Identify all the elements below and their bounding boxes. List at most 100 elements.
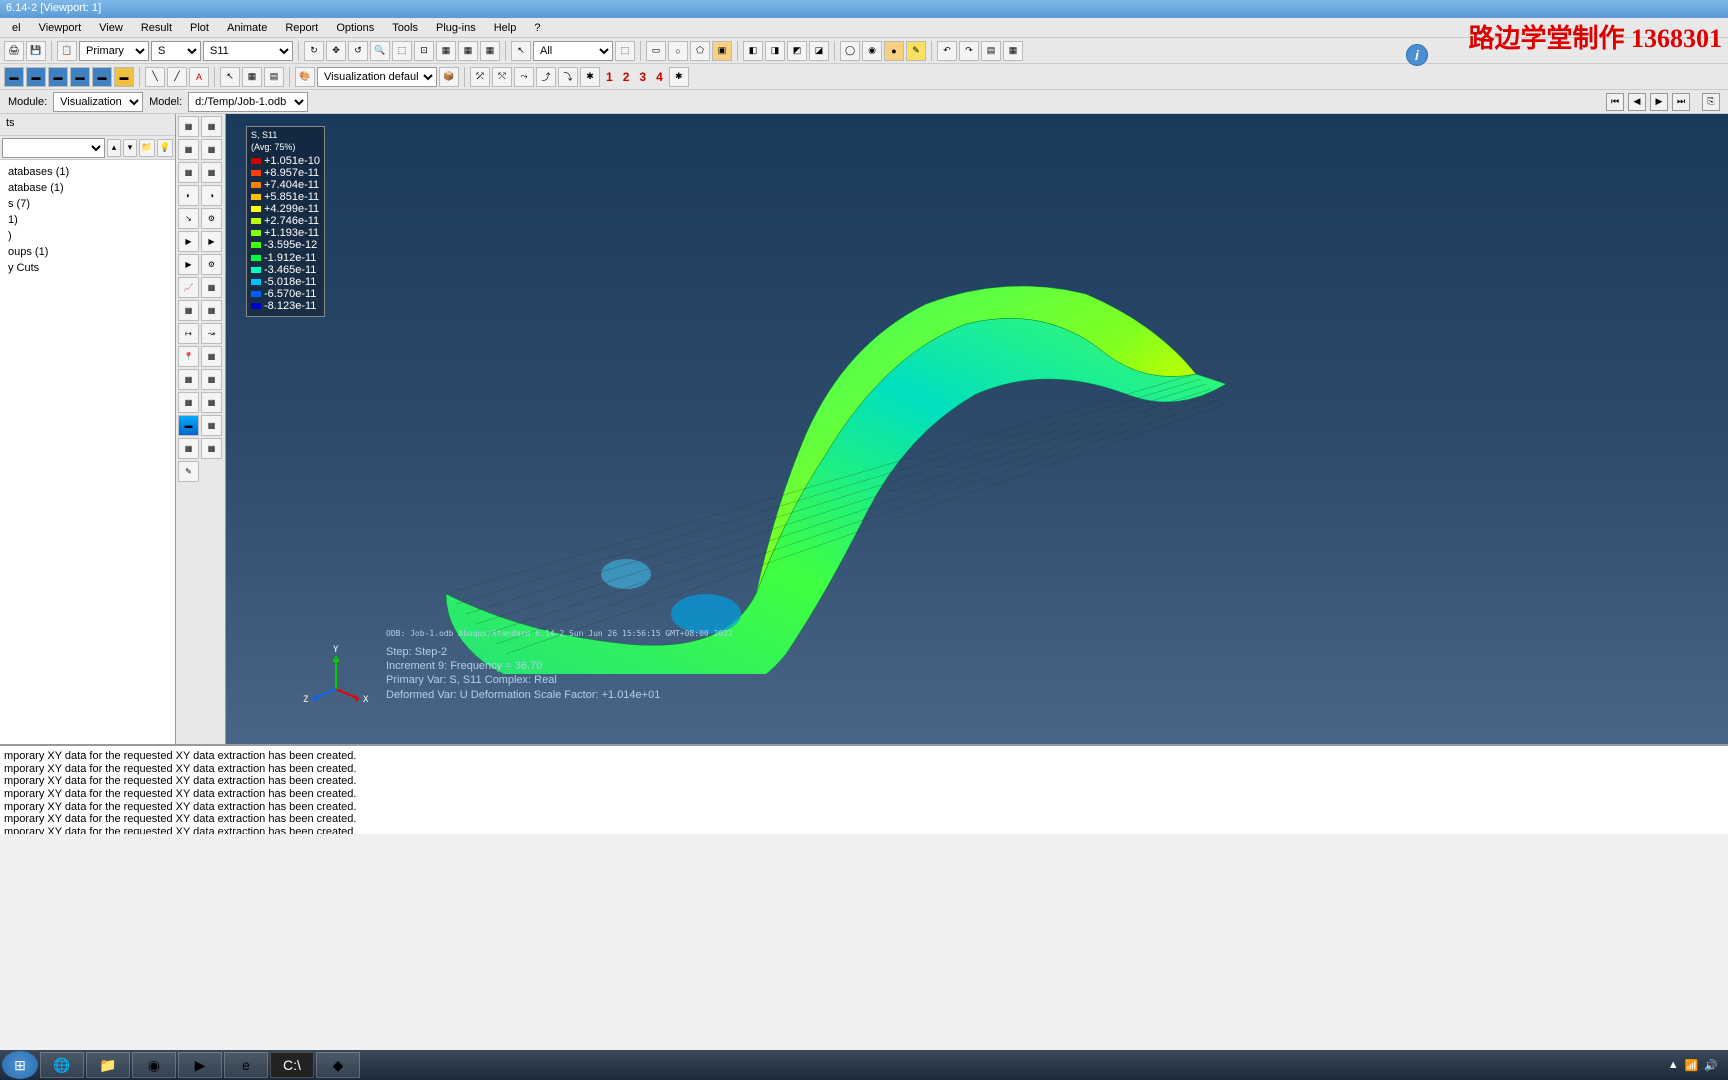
task-explorer-icon[interactable]: 📁 [86,1052,130,1078]
tree-bulb-icon[interactable]: 💡 [157,139,173,157]
vp2-icon[interactable]: ▬ [26,67,46,87]
menu-options[interactable]: Options [328,20,382,36]
csys1-icon[interactable]: ⤱ [470,67,490,87]
tool-odb-icon[interactable]: ▦ [178,438,199,459]
task-chrome-icon[interactable]: 🌐 [40,1052,84,1078]
cube3-icon[interactable]: ◩ [787,41,807,61]
task-abaqus-icon[interactable]: ◆ [316,1052,360,1078]
model-select[interactable]: d:/Temp/Job-1.odb [188,92,308,112]
circle3-icon[interactable]: ● [884,41,904,61]
cube2-icon[interactable]: ◨ [765,41,785,61]
system-tray[interactable]: ▲ 📶 🔊 [1668,1059,1726,1072]
undo-icon[interactable]: ↶ [937,41,957,61]
primary-select[interactable]: Primary [79,41,149,61]
datum-3[interactable]: 3 [635,70,650,84]
tool-anim-harmonic-icon[interactable]: ▶ [178,254,199,275]
cube1-icon[interactable]: ◧ [743,41,763,61]
box-sel-icon[interactable]: ▣ [712,41,732,61]
tool-display2-icon[interactable]: ▦ [201,369,222,390]
datum-4[interactable]: 4 [652,70,667,84]
grid1-icon[interactable]: ▦ [436,41,456,61]
tool-anim-time-icon[interactable]: ▶ [201,231,222,252]
grid3-icon[interactable]: ▦ [480,41,500,61]
info-icon[interactable]: i [1406,44,1428,66]
tree-item[interactable]: s (7) [4,196,171,212]
vp3-icon[interactable]: ▬ [48,67,68,87]
rotate-icon[interactable]: ↻ [304,41,324,61]
menu-whatsthis[interactable]: ? [526,20,548,36]
tree-item[interactable]: y Cuts [4,260,171,276]
csys2-icon[interactable]: ⤲ [492,67,512,87]
vp1-icon[interactable]: ▬ [4,67,24,87]
print-icon[interactable]: 🖨 [4,41,24,61]
tool-xy-manager-icon[interactable]: ▦ [201,300,222,321]
select-arrow-icon[interactable]: ↖ [511,41,531,61]
datum-1[interactable]: 1 [602,70,617,84]
start-button[interactable]: ⊞ [2,1051,38,1079]
tree-down-icon[interactable]: ▾ [123,139,137,157]
menu-animate[interactable]: Animate [219,20,275,36]
task-app1-icon[interactable]: ◉ [132,1052,176,1078]
grid2-icon[interactable]: ▦ [458,41,478,61]
rect-sel-icon[interactable]: ▭ [646,41,666,61]
zoom-box-icon[interactable]: ⬚ [392,41,412,61]
tool-view-cut-icon[interactable]: ▦ [178,392,199,413]
highlight-icon[interactable]: ✎ [906,41,926,61]
csys4-icon[interactable]: ⤴ [536,67,556,87]
menu-plugins[interactable]: Plug-ins [428,20,484,36]
tree-item[interactable]: ) [4,228,171,244]
task-ie-icon[interactable]: e [224,1052,268,1078]
view-icon[interactable]: ▤ [981,41,1001,61]
tool-color-icon[interactable]: ✎ [178,461,199,482]
tool-stream2-icon[interactable]: ▦ [201,415,222,436]
tool-stress-icon[interactable]: ▦ [201,346,222,367]
poly-sel-icon[interactable]: ⬠ [690,41,710,61]
csys-final-icon[interactable]: ✱ [669,67,689,87]
menu-result[interactable]: Result [133,20,180,36]
circle2-icon[interactable]: ◉ [862,41,882,61]
pan-icon[interactable]: ✥ [326,41,346,61]
save-icon[interactable]: 💾 [26,41,46,61]
box-icon[interactable]: 📦 [439,67,459,87]
next-frame-icon[interactable]: ▶ [1650,93,1668,111]
last-frame-icon[interactable]: ⏭ [1672,93,1690,111]
tool-undeformed-icon[interactable]: ▦ [178,116,199,137]
selection-filter[interactable]: All [533,41,613,61]
tool-xy-options-icon[interactable]: ▦ [201,277,222,298]
tray-net-icon[interactable]: 📶 [1685,1059,1699,1072]
circ-sel-icon[interactable]: ○ [668,41,688,61]
tool-view-cut2-icon[interactable]: ▦ [201,392,222,413]
tool-anim-scale-icon[interactable]: ▶ [178,231,199,252]
tool-anim-options-icon[interactable]: ⚙ [201,254,222,275]
tool-history-icon[interactable]: ↝ [201,323,222,344]
line-icon[interactable]: ╲ [145,67,165,87]
viewport[interactable]: S, S11 (Avg: 75%) +1.051e-10+8.957e-11+7… [226,114,1728,744]
line2-icon[interactable]: ╱ [167,67,187,87]
menu-report[interactable]: Report [277,20,326,36]
tray-up-icon[interactable]: ▲ [1668,1059,1679,1071]
tree-folder-icon[interactable]: 📁 [139,139,155,157]
menu-tools[interactable]: Tools [384,20,426,36]
tool-field-icon[interactable]: ↦ [178,323,199,344]
vp6-icon[interactable]: ▬ [114,67,134,87]
menu-view[interactable]: View [91,20,131,36]
tool-allow-icon[interactable]: ↘ [178,208,199,229]
prev-frame-icon[interactable]: ◀ [1628,93,1646,111]
rotate2-icon[interactable]: ↺ [348,41,368,61]
menu-plot[interactable]: Plot [182,20,217,36]
component-select[interactable]: S [151,41,201,61]
tool-superimpose-icon[interactable]: ◑ [201,185,222,206]
redo-icon[interactable]: ↷ [959,41,979,61]
list-icon[interactable]: ▤ [264,67,284,87]
tool-odb2-icon[interactable]: ▦ [201,438,222,459]
tool-options-icon[interactable]: ⚙ [201,208,222,229]
task-app2-icon[interactable]: ▶ [178,1052,222,1078]
vp5-icon[interactable]: ▬ [92,67,112,87]
tree-item[interactable]: 1) [4,212,171,228]
frame-sel-icon[interactable]: ⎘ [1702,93,1720,111]
zoom-icon[interactable]: 🔍 [370,41,390,61]
module-select[interactable]: Visualization [53,92,143,112]
csys6-icon[interactable]: ✱ [580,67,600,87]
menu-help[interactable]: Help [486,20,525,36]
text-icon[interactable]: A [189,67,209,87]
